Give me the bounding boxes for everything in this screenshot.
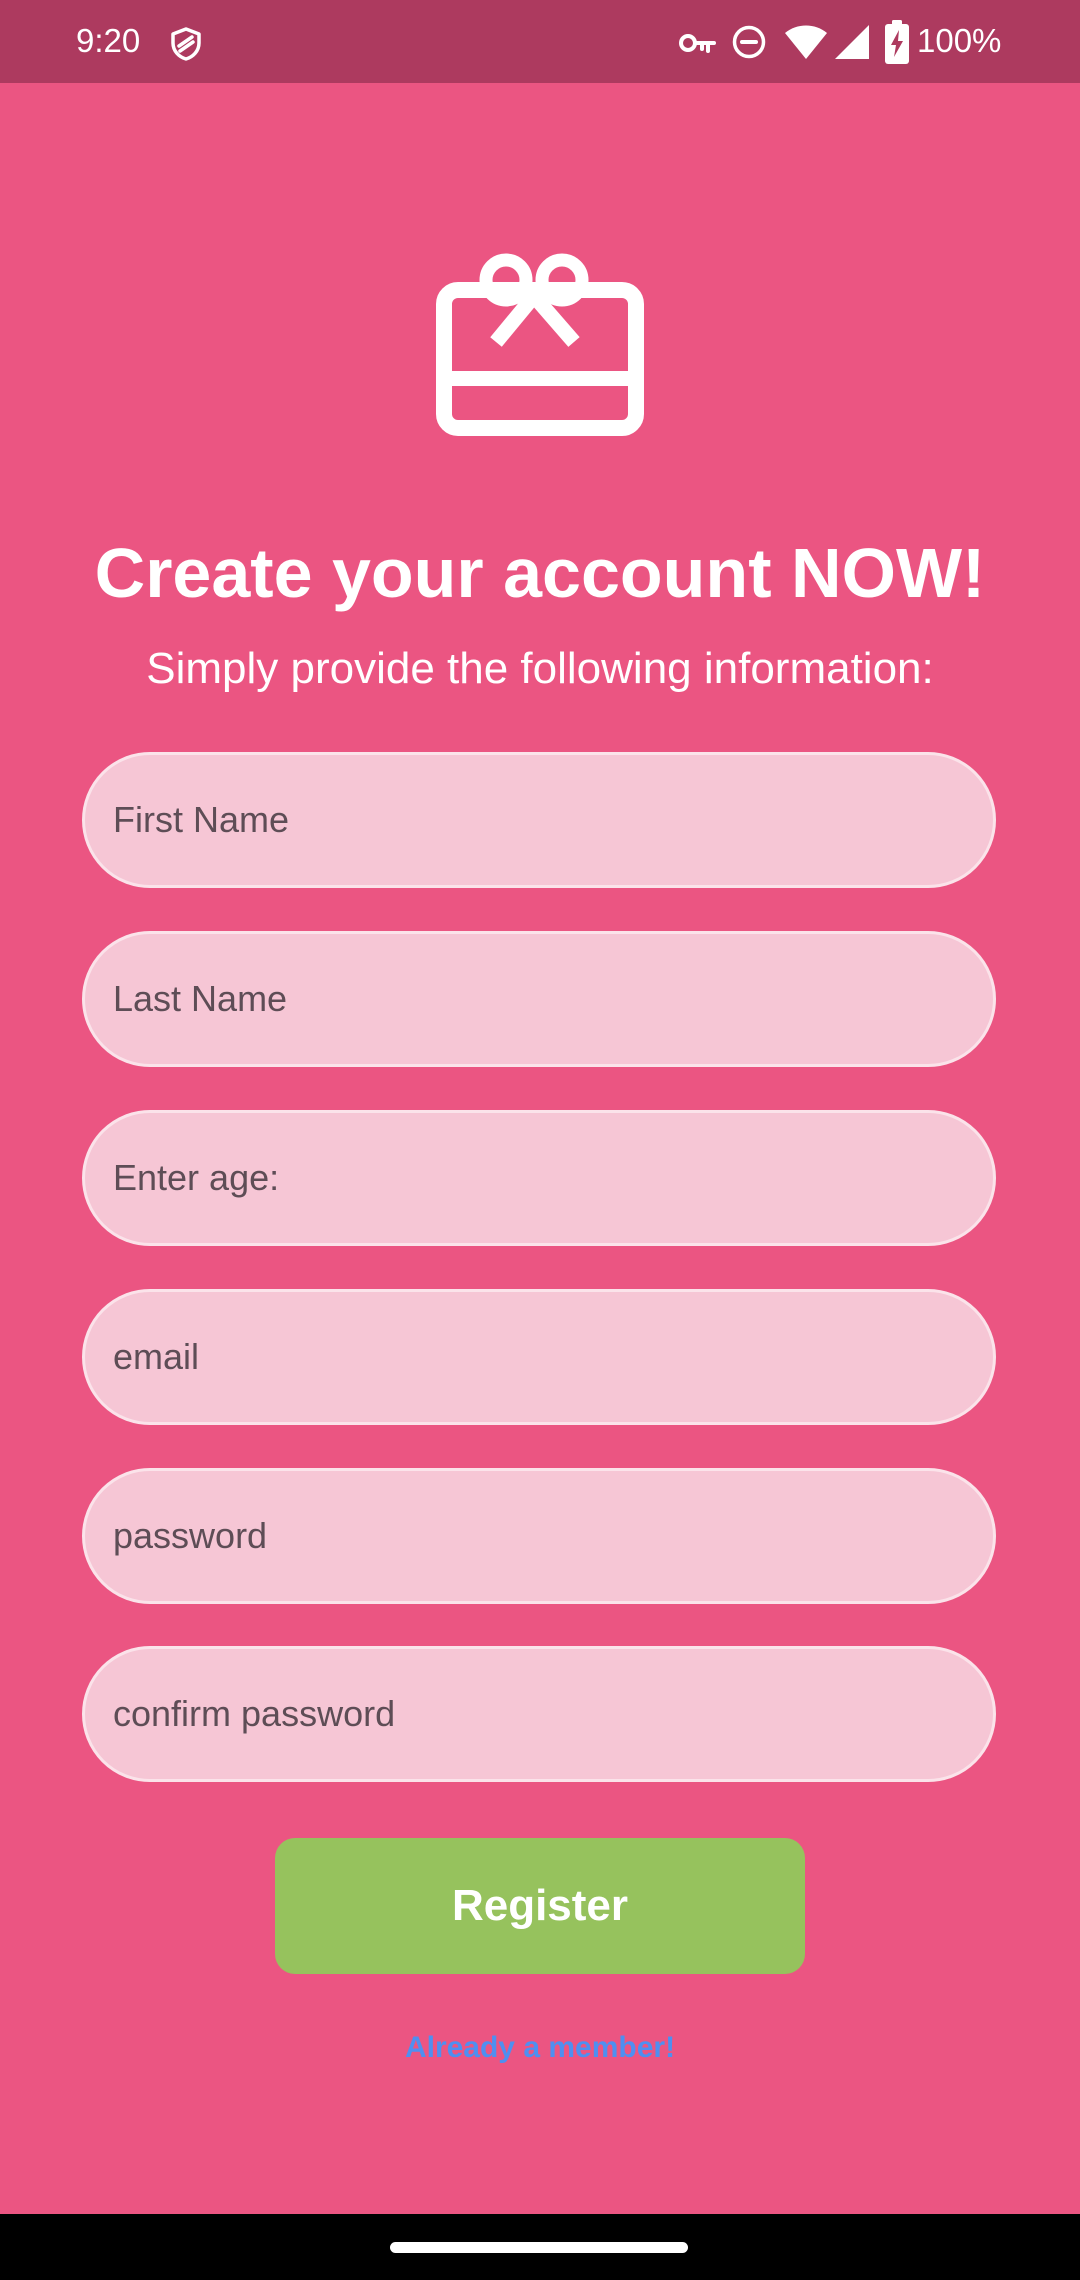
gift-card-icon <box>436 253 644 436</box>
cellular-signal-icon <box>835 25 869 59</box>
password-input[interactable] <box>82 1468 996 1604</box>
first-name-input[interactable] <box>82 752 996 888</box>
page-title: Create your account NOW! <box>94 534 986 612</box>
shield-icon <box>171 27 201 61</box>
vpn-key-icon <box>679 34 716 53</box>
status-bar: 9:20 100% <box>0 0 1080 83</box>
confirm-password-input[interactable] <box>82 1646 996 1782</box>
status-time: 9:20 <box>76 22 141 59</box>
email-input[interactable] <box>82 1289 996 1425</box>
already-member-link[interactable]: Already a member! <box>0 2028 1080 2068</box>
page-subtitle: Simply provide the following information… <box>146 644 934 693</box>
battery-charging-icon <box>885 20 909 64</box>
last-name-input[interactable] <box>82 931 996 1067</box>
navigation-bar <box>0 2214 1080 2280</box>
do-not-disturb-icon <box>732 25 766 59</box>
wifi-icon <box>785 25 827 59</box>
home-gesture-handle[interactable] <box>390 2242 688 2253</box>
battery-percentage: 100% <box>917 22 1002 59</box>
age-input[interactable] <box>82 1110 996 1246</box>
register-button[interactable]: Register <box>275 1838 805 1974</box>
